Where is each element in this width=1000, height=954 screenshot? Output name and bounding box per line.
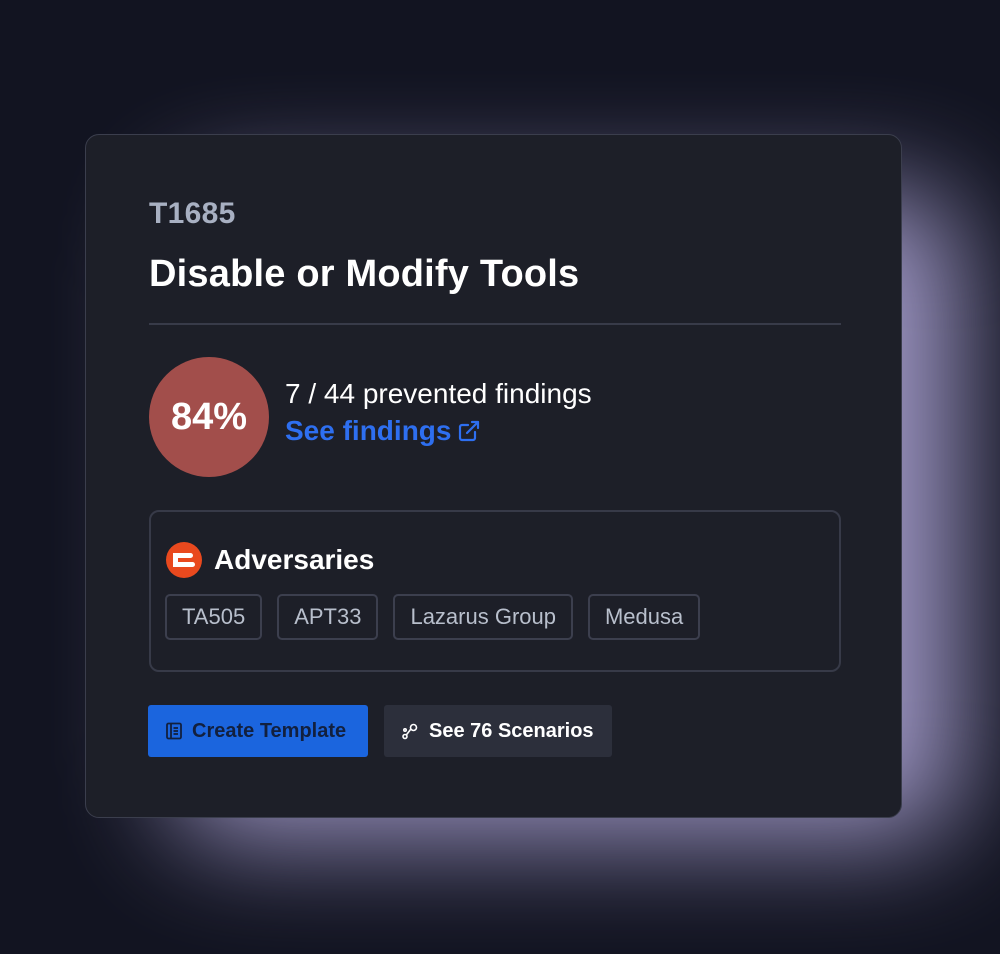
adversary-chip-ta505[interactable]: TA505	[165, 594, 263, 640]
adversaries-header: Adversaries	[166, 542, 374, 578]
prevention-score-badge: 84%	[149, 357, 269, 477]
adversary-chip-list: TA505 APT33 Lazarus Group Medusa	[165, 594, 701, 640]
adversaries-panel: Adversaries TA505 APT33 Lazarus Group Me…	[149, 510, 841, 672]
create-template-label: Create Template	[192, 719, 347, 742]
external-link-icon	[459, 420, 480, 442]
see-scenarios-button[interactable]: See 76 Scenarios	[384, 705, 612, 757]
template-icon	[166, 722, 182, 740]
technique-card: T1685 Disable or Modify Tools 84% 7 / 44…	[85, 134, 902, 818]
see-scenarios-label: See 76 Scenarios	[429, 719, 594, 742]
adversary-chip-lazarus-group[interactable]: Lazarus Group	[393, 594, 573, 640]
divider	[149, 323, 841, 325]
see-findings-link[interactable]: See findings	[285, 415, 481, 447]
adversary-brand-icon	[166, 542, 202, 578]
adversary-chip-medusa[interactable]: Medusa	[587, 594, 701, 640]
see-findings-label: See findings	[285, 415, 452, 446]
prevented-findings-count: 7 / 44 prevented findings	[285, 378, 592, 409]
scenarios-icon	[402, 723, 418, 740]
technique-title: Disable or Modify Tools	[149, 253, 580, 295]
create-template-button[interactable]: Create Template	[148, 705, 368, 757]
technique-id: T1685	[149, 197, 236, 230]
adversary-chip-apt33[interactable]: APT33	[277, 594, 379, 640]
adversaries-title: Adversaries	[214, 544, 375, 575]
